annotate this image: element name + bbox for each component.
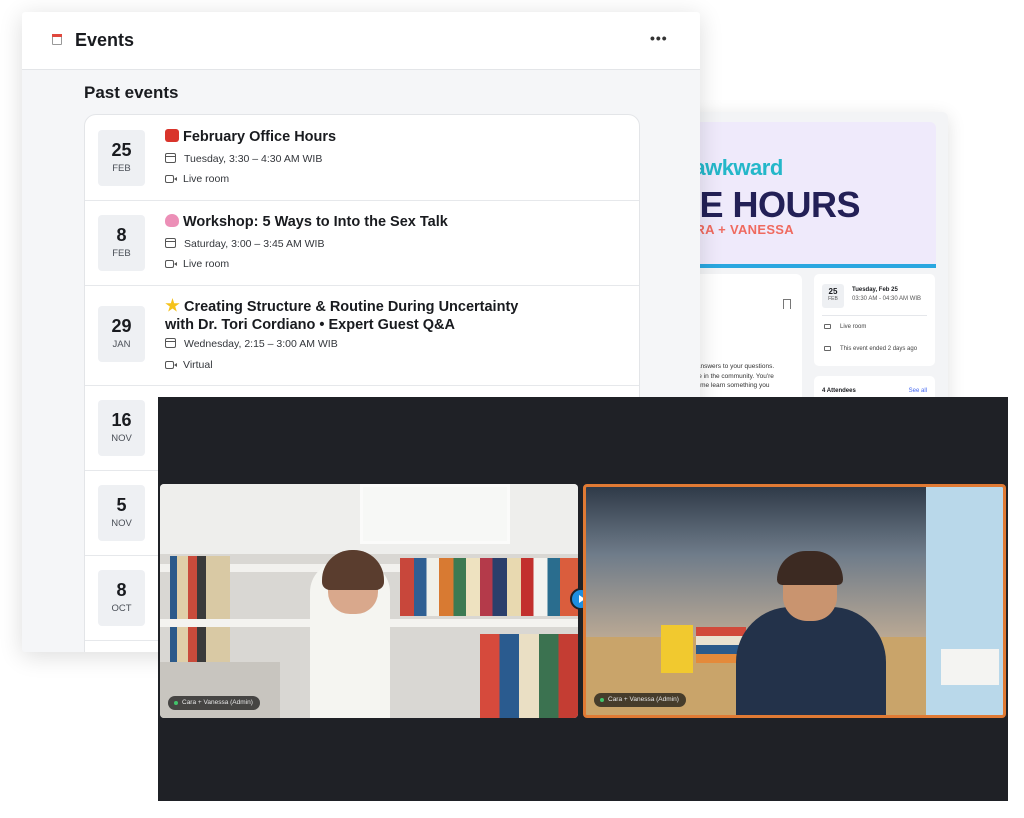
- event-time: Tuesday, 3:30 – 4:30 AM WIB: [165, 153, 322, 165]
- event-detail-card: s awkward CE HOURS CARA + VANESSA get an…: [672, 112, 948, 412]
- calendar-icon: [824, 346, 831, 351]
- event-location-text: Virtual: [183, 359, 213, 371]
- detail-location: Live room: [840, 324, 867, 331]
- detail-date-line: Tuesday, Feb 25: [852, 287, 898, 293]
- event-time: Wednesday, 2:15 – 3:00 AM WIB: [165, 338, 338, 350]
- event-title[interactable]: February Office Hours: [165, 128, 336, 146]
- event-row[interactable]: 25 FEB February Office Hours Tuesday, 3:…: [85, 115, 639, 201]
- detail-time-line: 03:30 AM - 04:30 AM WIB: [852, 296, 922, 302]
- phone-icon: [165, 129, 179, 142]
- event-time-text: Tuesday, 3:30 – 4:30 AM WIB: [184, 153, 323, 165]
- event-date-badge: 29 JAN: [98, 306, 145, 362]
- brain-icon: [165, 214, 179, 227]
- video-icon: [165, 361, 177, 369]
- event-location-text: Live room: [183, 258, 230, 270]
- section-title: Past events: [84, 83, 179, 102]
- event-day: 29: [111, 316, 132, 336]
- event-description: get answers to your questions. eople in …: [686, 362, 796, 391]
- event-title-text: February Office Hours: [183, 129, 337, 145]
- event-date-badge: 8 FEB: [98, 215, 145, 271]
- event-date-badge: 25 FEB: [98, 130, 145, 186]
- participant-name-tag: Cara + Vanessa (Admin): [168, 696, 260, 710]
- participant-video-left[interactable]: Cara + Vanessa (Admin): [160, 484, 578, 718]
- events-header: Events •••: [22, 12, 700, 70]
- person-hair: [322, 550, 384, 590]
- detail-status-row: This event ended 2 days ago: [824, 346, 917, 352]
- see-all-attendees-link[interactable]: See all: [909, 388, 927, 394]
- event-title-continued[interactable]: with Dr. Tori Cordiano • Expert Guest Q&…: [165, 316, 455, 334]
- calendar-icon: [52, 34, 62, 45]
- event-time-text: Wednesday, 2:15 – 3:00 AM WIB: [184, 338, 338, 350]
- video-icon: [165, 175, 177, 183]
- event-title[interactable]: Workshop: 5 Ways to Into the Sex Talk: [165, 213, 448, 231]
- divider: [822, 315, 927, 316]
- calendar-icon: [165, 153, 176, 163]
- detail-date-day: 25: [828, 287, 838, 296]
- bookmark-icon[interactable]: [783, 299, 791, 309]
- book: [661, 625, 693, 673]
- page-title: Events: [75, 30, 135, 50]
- event-day: 25: [111, 140, 132, 160]
- detail-status: This event ended 2 days ago: [840, 346, 918, 353]
- event-month: FEB: [112, 248, 131, 259]
- event-row[interactable]: 29 JAN Creating Structure & Routine Duri…: [85, 286, 639, 386]
- detail-date-month: FEB: [828, 296, 838, 302]
- event-time-text: Saturday, 3:00 – 3:45 AM WIB: [184, 238, 325, 250]
- event-location: Virtual: [165, 359, 213, 371]
- books: [480, 634, 578, 718]
- calendar-icon: [165, 338, 176, 348]
- description-line: eople in the community. You're: [686, 372, 774, 380]
- event-location: Live room: [165, 173, 229, 185]
- event-day: 8: [116, 580, 127, 600]
- event-date-badge: 16 NOV: [98, 400, 145, 456]
- participant-video-right[interactable]: Cara + Vanessa (Admin): [583, 484, 1006, 718]
- radiator: [941, 649, 999, 685]
- event-date-badge: 5 NOV: [98, 485, 145, 541]
- video-call-window: Cara + Vanessa (Admin) Cara + Vanessa (A…: [158, 397, 1008, 801]
- event-date-badge: 8 OCT: [98, 570, 145, 626]
- person-shirt: [736, 607, 886, 715]
- more-options-icon[interactable]: •••: [650, 30, 668, 46]
- event-day: 16: [111, 410, 132, 430]
- event-title[interactable]: Creating Structure & Routine During Unce…: [165, 298, 518, 316]
- event-title-text: Creating Structure & Routine During Unce…: [184, 299, 519, 315]
- attendees-count: 4 Attendees: [822, 388, 856, 394]
- participant-name-tag: Cara + Vanessa (Admin): [594, 693, 686, 707]
- event-row[interactable]: 8 FEB Workshop: 5 Ways to Into the Sex T…: [85, 201, 639, 286]
- event-month: NOV: [111, 518, 132, 529]
- event-location: Live room: [165, 258, 229, 270]
- event-day: 5: [116, 495, 127, 515]
- event-title-text: Workshop: 5 Ways to Into the Sex Talk: [183, 214, 448, 230]
- video-icon: [165, 260, 177, 268]
- description-line: get answers to your questions.: [686, 363, 775, 370]
- books: [170, 556, 230, 666]
- event-banner: s awkward CE HOURS CARA + VANESSA: [672, 122, 936, 268]
- video-icon: [824, 324, 831, 329]
- event-day: 8: [116, 225, 127, 245]
- books: [400, 558, 578, 616]
- window-background: [360, 484, 510, 544]
- banner-line-2: CE HOURS: [674, 184, 861, 225]
- description-line: ... come learn something you: [686, 382, 770, 389]
- event-location-text: Live room: [183, 173, 230, 185]
- event-month: JAN: [112, 339, 131, 350]
- detail-location-row: Live room: [824, 324, 866, 330]
- star-icon: [165, 298, 180, 312]
- calendar-icon: [165, 238, 176, 248]
- event-month: FEB: [112, 163, 131, 174]
- screenshot-stage: s awkward CE HOURS CARA + VANESSA get an…: [0, 0, 1024, 818]
- event-info-panel: 25 FEB Tuesday, Feb 25 03:30 AM - 04:30 …: [814, 274, 935, 366]
- event-month: NOV: [111, 433, 132, 444]
- event-time: Saturday, 3:00 – 3:45 AM WIB: [165, 238, 324, 250]
- detail-date-badge: 25 FEB: [822, 284, 844, 308]
- event-month: OCT: [111, 603, 132, 614]
